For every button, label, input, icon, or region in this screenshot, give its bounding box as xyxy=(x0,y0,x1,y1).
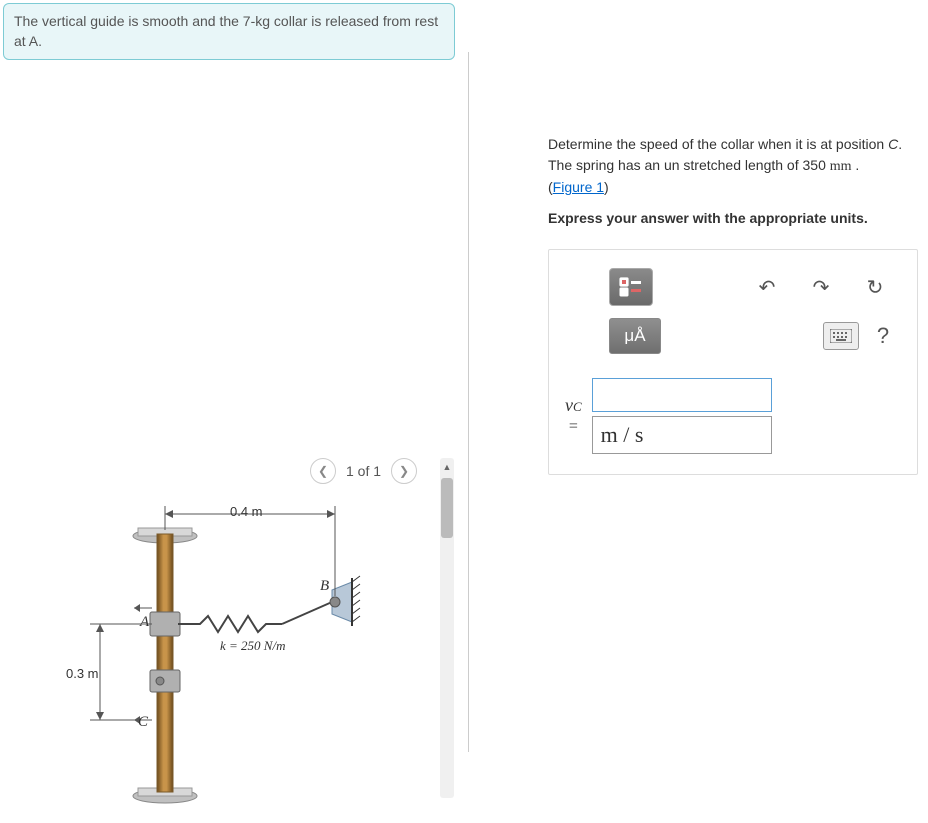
prev-figure-button[interactable]: ❮ xyxy=(310,458,336,484)
undo-button[interactable]: ↶ xyxy=(745,268,789,306)
dim-vertical-label: 0.3 m xyxy=(66,666,99,681)
help-button[interactable]: ? xyxy=(869,322,897,350)
dim-horizontal-label: 0.4 m xyxy=(230,504,263,519)
templates-button[interactable] xyxy=(609,268,653,306)
mu-angstrom-label: μÅ xyxy=(624,326,645,346)
point-b-label: B xyxy=(320,578,329,595)
variable-label: vC = xyxy=(565,396,582,436)
redo-button[interactable]: ↷ xyxy=(799,268,843,306)
help-icon: ? xyxy=(877,323,889,349)
question-panel: Determine the speed of the collar when i… xyxy=(548,134,918,475)
input-stack: m / s xyxy=(592,378,772,454)
answer-toolbar-1: ↶ ↷ ↻ xyxy=(549,250,917,316)
problem-statement: The vertical guide is smooth and the 7-k… xyxy=(3,3,455,60)
figure-link[interactable]: Figure 1 xyxy=(553,179,604,195)
keyboard-icon xyxy=(830,329,852,343)
answer-value-input[interactable] xyxy=(592,378,772,412)
problem-intro-text: The vertical guide is smooth and the 7-k… xyxy=(14,13,438,49)
answer-units-box[interactable]: m / s xyxy=(592,416,772,454)
equals-sign: = xyxy=(569,418,578,435)
units-symbols-button[interactable]: μÅ xyxy=(609,318,661,354)
answer-input-row: vC = m / s xyxy=(549,368,917,474)
point-c-label: C xyxy=(138,714,148,731)
var-vc: vC xyxy=(565,395,582,415)
figure-scrollbar[interactable]: ▲ xyxy=(440,458,454,798)
next-figure-button[interactable]: ❯ xyxy=(391,458,417,484)
figure-panel: ❮ 1 of 1 ❯ ▲ xyxy=(0,60,464,760)
question-text: Determine the speed of the collar when i… xyxy=(548,134,918,198)
point-a-label: A xyxy=(140,614,149,631)
chevron-right-icon: ❯ xyxy=(399,464,409,478)
reset-button[interactable]: ↻ xyxy=(853,268,897,306)
reset-icon: ↻ xyxy=(867,275,884,300)
figure-diagram: 0.4 m 0.3 m A B C k = 250 N/m xyxy=(60,490,420,820)
instruction-text: Express your answer with the appropriate… xyxy=(548,208,918,229)
q-part1a: Determine the speed of the collar when i… xyxy=(548,136,888,152)
scroll-up-arrow-icon[interactable]: ▲ xyxy=(440,460,454,474)
undo-icon: ↶ xyxy=(759,275,776,300)
figure-navigation: ❮ 1 of 1 ❯ xyxy=(310,458,417,484)
spring-constant-label: k = 250 N/m xyxy=(220,638,285,654)
diagram-svg xyxy=(60,490,420,820)
q-mm: mm xyxy=(830,159,852,174)
answer-box: ↶ ↷ ↻ μÅ xyxy=(548,249,918,475)
redo-icon: ↷ xyxy=(813,275,830,300)
q-period: . xyxy=(852,157,860,173)
keyboard-button[interactable] xyxy=(823,322,859,350)
panel-divider xyxy=(468,52,469,752)
q-pointC: C xyxy=(888,136,898,152)
chevron-left-icon: ❮ xyxy=(318,464,328,478)
answer-toolbar-2: μÅ ? xyxy=(549,316,917,368)
templates-icon xyxy=(619,277,643,297)
figure-counter: 1 of 1 xyxy=(346,463,381,479)
scroll-thumb[interactable] xyxy=(441,478,453,538)
answer-units-text: m / s xyxy=(601,422,644,448)
